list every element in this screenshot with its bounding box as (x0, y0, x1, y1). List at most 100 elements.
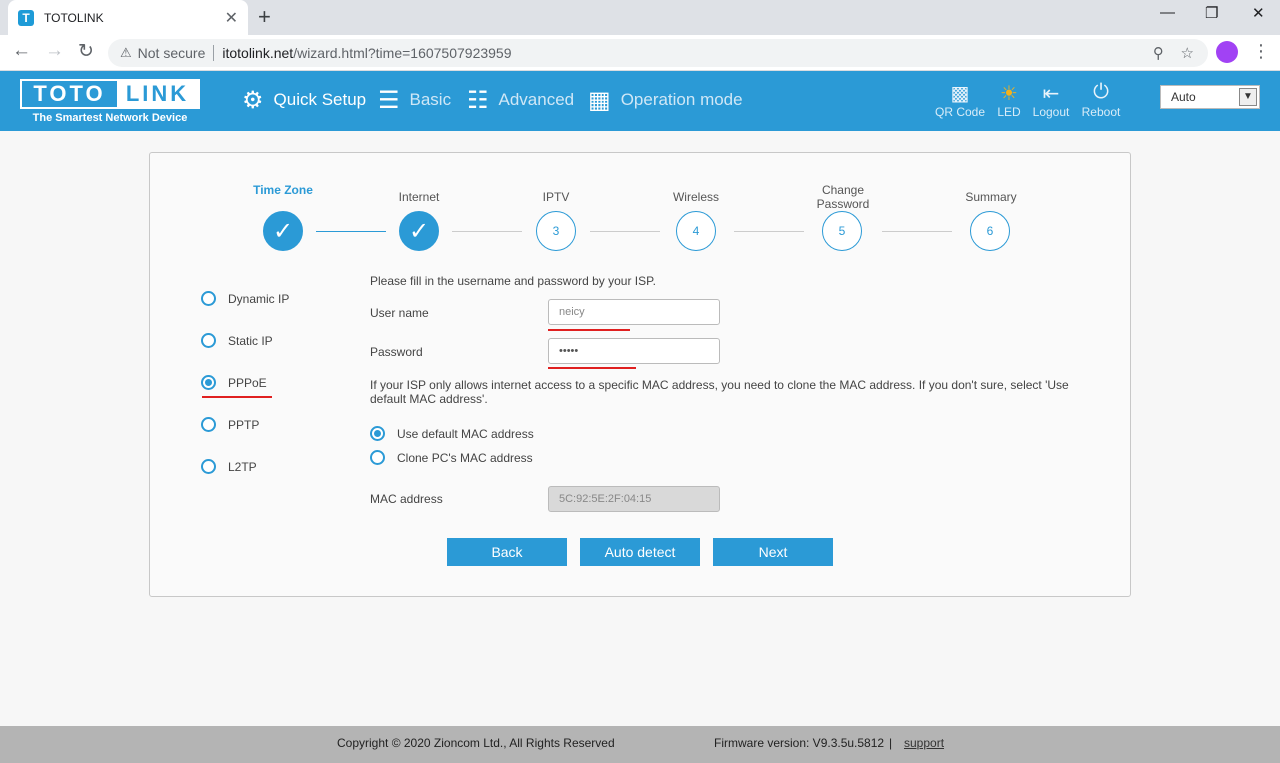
mac-address-input: 5C:92:5E:2F:04:15 (548, 486, 720, 512)
browser-tab[interactable]: T TOTOLINK ✕ (8, 0, 248, 35)
firmware-version: Firmware version: V9.3.5u.5812 (714, 736, 885, 750)
step-6-circle: 6 (970, 211, 1010, 251)
step-connector (590, 231, 660, 232)
chevron-down-icon: ▼ (1239, 88, 1257, 106)
step-2-check-icon: ✓ (399, 211, 439, 251)
nav-basic[interactable]: ☰ Basic (378, 85, 451, 115)
gear-icon: ⚙ (242, 86, 264, 114)
step-1-check-icon: ✓ (263, 211, 303, 251)
logout-button[interactable]: ⇤ Logout (1023, 81, 1079, 119)
back-button[interactable]: Back (447, 538, 567, 566)
omnibox-divider (213, 45, 215, 61)
mac-address-label: MAC address (370, 492, 443, 506)
browser-tab-bar: T TOTOLINK ✕ + — ❐ ✕ (0, 0, 1280, 35)
language-select[interactable]: Auto ▼ (1160, 85, 1260, 109)
radio-label: Use default MAC address (397, 426, 534, 441)
step-connector (734, 231, 804, 232)
reload-icon[interactable]: ↻ (78, 40, 94, 63)
radio-label: Static IP (228, 333, 273, 348)
radio-label: PPTP (228, 417, 260, 432)
radio-l2tp[interactable]: L2TP (201, 459, 257, 474)
nav-quick-setup-label: Quick Setup (273, 90, 367, 109)
new-tab-button[interactable]: + (258, 4, 271, 30)
radio-pptp[interactable]: PPTP (201, 417, 259, 432)
step-3-circle: 3 (536, 211, 576, 251)
step-5-circle: 5 (822, 211, 862, 251)
wizard-panel: Time Zone Internet IPTV Wireless Change … (149, 152, 1131, 597)
step-connector (452, 231, 522, 232)
totolink-logo[interactable]: TOTO LINK The Smartest Network Device (20, 79, 200, 124)
step-label-iptv: IPTV (542, 190, 570, 204)
qr-code-button[interactable]: ▩ QR Code (932, 81, 988, 119)
reboot-label: Reboot (1081, 105, 1121, 119)
minimize-window-icon[interactable]: — (1160, 4, 1175, 21)
instruction-text: Please fill in the username and password… (370, 274, 656, 288)
warning-icon[interactable]: ⚠ (120, 45, 132, 61)
back-arrow-icon[interactable]: ← (12, 40, 31, 62)
nav-advanced[interactable]: ☷ Advanced (467, 85, 574, 115)
annotation-underline (548, 367, 636, 369)
footer-divider: | (889, 736, 893, 750)
power-icon: ⏻ (1093, 81, 1109, 103)
list-icon: ☰ (378, 86, 400, 114)
sliders-icon: ☷ (467, 86, 489, 114)
qr-code-icon: ▩ (950, 83, 970, 105)
security-status[interactable]: Not secure (138, 45, 206, 61)
radio-label: Clone PC's MAC address (397, 450, 533, 465)
radio-button[interactable] (201, 375, 216, 390)
radio-button[interactable] (370, 426, 385, 441)
auto-detect-button[interactable]: Auto detect (580, 538, 700, 566)
led-label: LED (997, 105, 1021, 119)
support-link[interactable]: support (904, 736, 944, 750)
key-icon[interactable]: ⚲ (1153, 45, 1164, 62)
step-label-wireless: Wireless (672, 190, 719, 204)
restore-window-icon[interactable]: ❐ (1205, 4, 1218, 22)
radio-default-mac[interactable]: Use default MAC address (370, 426, 534, 441)
nav-operation-mode[interactable]: ▦ Operation mode (588, 85, 743, 115)
bookmark-star-icon[interactable]: ☆ (1181, 45, 1194, 62)
forward-arrow-icon[interactable]: → (45, 40, 64, 62)
mac-clone-note: If your ISP only allows internet access … (370, 378, 1069, 406)
radio-clone-mac[interactable]: Clone PC's MAC address (370, 450, 533, 465)
radio-static-ip[interactable]: Static IP (201, 333, 273, 348)
password-label: Password (370, 345, 423, 359)
step-connector (316, 231, 386, 232)
profile-avatar[interactable] (1216, 41, 1238, 63)
logo-tagline: The Smartest Network Device (32, 112, 188, 124)
radio-button[interactable] (201, 459, 216, 474)
radio-pppoe[interactable]: PPPoE (201, 375, 267, 390)
radio-button[interactable] (370, 450, 385, 465)
close-window-icon[interactable]: ✕ (1252, 4, 1265, 22)
annotation-underline (548, 329, 630, 331)
radio-label: Dynamic IP (228, 291, 290, 306)
nav-quick-setup[interactable]: ⚙ Quick Setup (242, 85, 366, 115)
password-input[interactable]: ••••• (548, 338, 720, 364)
nav-basic-label: Basic (409, 90, 452, 109)
page-footer: Copyright © 2020 Zioncom Ltd., All Right… (0, 726, 1280, 763)
url-omnibox[interactable]: ⚠ Not secure itotolink.net/wizard.html?t… (108, 39, 1208, 67)
radio-dynamic-ip[interactable]: Dynamic IP (201, 291, 289, 306)
qr-code-label: QR Code (934, 105, 986, 119)
browser-address-bar: ← → ↻ ⚠ Not secure itotolink.net/wizard.… (0, 35, 1280, 71)
username-label: User name (370, 306, 429, 320)
reboot-button[interactable]: ⏻ Reboot (1073, 81, 1129, 119)
url-path: /wizard.html?time=1607507923959 (293, 45, 512, 61)
radio-button[interactable] (201, 291, 216, 306)
username-input[interactable]: neicy (548, 299, 720, 325)
router-header: TOTO LINK The Smartest Network Device ⚙ … (0, 71, 1280, 131)
next-button[interactable]: Next (713, 538, 833, 566)
logout-icon: ⇤ (1042, 83, 1060, 105)
annotation-underline (202, 396, 272, 398)
copyright-text: Copyright © 2020 Zioncom Ltd., All Right… (337, 736, 615, 750)
logo-text-right: LINK (117, 81, 198, 107)
radio-button[interactable] (201, 417, 216, 432)
step-label-summary: Summary (965, 190, 1017, 204)
radio-button[interactable] (201, 333, 216, 348)
window-icon: ▦ (588, 86, 611, 114)
close-tab-icon[interactable]: ✕ (225, 8, 238, 28)
browser-menu-icon[interactable]: ⋮ (1252, 41, 1270, 62)
radio-label: PPPoE (228, 375, 267, 390)
language-value: Auto (1171, 90, 1196, 104)
url-host: itotolink.net (222, 45, 294, 61)
tab-title: TOTOLINK (44, 10, 104, 25)
